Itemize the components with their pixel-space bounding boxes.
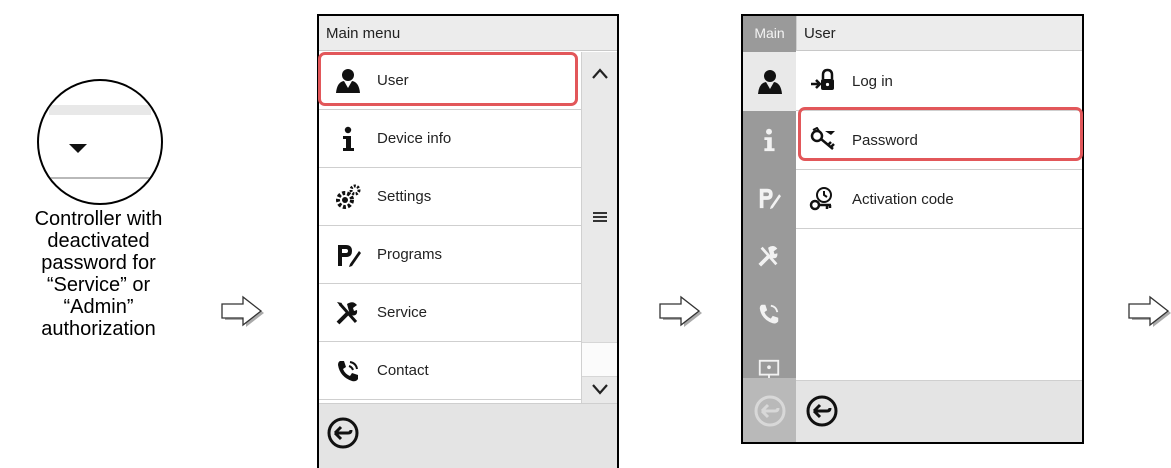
service-tools-icon: [333, 298, 363, 328]
menu-scrollbar[interactable]: [581, 52, 617, 403]
programs-icon: [759, 188, 781, 210]
sidebar-title: Main: [754, 25, 785, 41]
menu-item-label: Device info: [377, 130, 452, 147]
scroll-down-icon[interactable]: [588, 377, 612, 401]
menu-item-programs[interactable]: Programs: [319, 226, 581, 284]
menu-item-label: Settings: [377, 188, 432, 205]
phone-icon: [759, 304, 779, 324]
login-lock-icon: [808, 66, 838, 96]
user-menu-screen: Main User Log in Password Activation cod…: [741, 14, 1084, 444]
activation-code-icon: [808, 184, 838, 214]
info-icon: [333, 124, 363, 154]
scroll-up-icon[interactable]: [588, 62, 612, 86]
menu-item-label: Activation code: [852, 190, 954, 208]
caption-line: deactivated: [47, 230, 150, 252]
menu-item-label: Service: [377, 304, 428, 321]
programs-icon: [333, 240, 363, 270]
user-menu-footer: [796, 380, 1082, 442]
display-band: [49, 105, 151, 115]
menu-item-label: Programs: [377, 246, 443, 263]
highlight-user: [318, 52, 578, 106]
right-arrow-icon: [659, 295, 702, 327]
menu-item-contact[interactable]: Contact: [319, 342, 581, 400]
phone-icon: [333, 356, 363, 386]
sidebar-item-programs[interactable]: [755, 184, 783, 212]
right-arrow-icon: [1128, 295, 1171, 327]
menu-item-label: Log in: [852, 72, 893, 90]
right-arrow-icon: [221, 295, 264, 327]
display-line: [49, 177, 151, 179]
highlight-password: [798, 107, 1083, 161]
caption-line: authorization: [41, 318, 156, 340]
caption-line: “Service” or: [46, 274, 151, 296]
main-menu-sidebar: Main: [743, 16, 796, 442]
caption-line: “Admin”: [63, 296, 134, 318]
controller-display-circle: [37, 79, 163, 205]
sidebar-item-user[interactable]: [743, 52, 796, 111]
service-tools-icon: [758, 246, 778, 267]
scroll-track-highlight: [582, 342, 617, 377]
caption-line: Controller with: [34, 208, 163, 230]
caption-line: password for: [41, 252, 156, 274]
menu-item-activation-code[interactable]: Activation code: [796, 170, 1082, 229]
back-button[interactable]: [805, 394, 839, 428]
main-menu-footer: [319, 403, 617, 468]
sidebar-item-device-info[interactable]: [755, 126, 783, 154]
menu-item-settings[interactable]: Settings: [319, 168, 581, 226]
back-button-disabled: [754, 395, 786, 427]
sidebar-item-service[interactable]: [755, 242, 783, 270]
sidebar-item-contact[interactable]: [755, 300, 783, 328]
gears-icon: [333, 182, 363, 212]
scroll-handle-icon[interactable]: [588, 204, 612, 228]
sidebar-footer: [743, 378, 796, 442]
menu-item-label: Contact: [377, 362, 429, 379]
menu-item-device-info[interactable]: Device info: [319, 110, 581, 168]
dropdown-triangle-icon: [69, 144, 87, 153]
main-menu-header: Main menu: [319, 16, 617, 51]
controller-caption: Controller with deactivated password for…: [0, 208, 197, 340]
menu-item-service[interactable]: Service: [319, 284, 581, 342]
user-icon: [757, 69, 782, 94]
menu-item-log-in[interactable]: Log in: [796, 52, 1082, 111]
user-menu-header: User: [796, 16, 1082, 51]
back-button[interactable]: [326, 416, 360, 450]
info-icon: [764, 128, 775, 152]
